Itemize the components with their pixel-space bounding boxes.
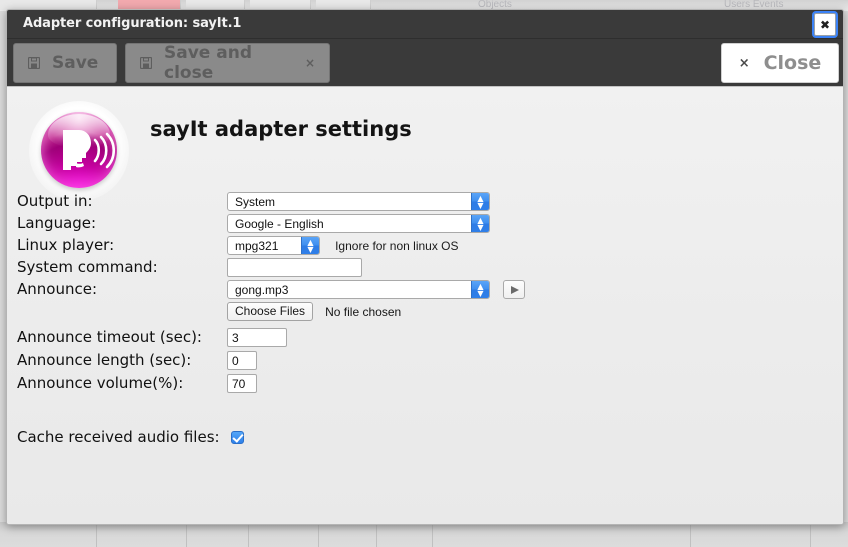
close-button[interactable]: × Close — [721, 43, 839, 83]
background-status-strip — [0, 522, 848, 547]
chevron-updown-icon: ▲ ▼ — [471, 281, 489, 298]
form-row-cache-audio: Cache received audio files: — [17, 427, 244, 446]
dialog-title: Adapter configuration: sayIt.1 — [23, 16, 242, 31]
chevron-updown-icon: ▲ ▼ — [301, 237, 319, 254]
form-row-announce: Announce: gong.mp3 ▲ ▼ — [17, 279, 817, 301]
label-language: Language: — [17, 214, 97, 232]
form-row-language: Language: Google - English ▲ ▼ — [17, 213, 817, 235]
close-icon: × — [304, 56, 315, 70]
label-announce-length: Announce length (sec): — [17, 351, 192, 369]
settings-form: Output in: System ▲ ▼ Language: Google - … — [17, 191, 817, 396]
speaking-head-icon — [63, 130, 116, 170]
floppy-save-icon — [27, 56, 41, 70]
linux-player-select[interactable]: mpg321 ▲ ▼ — [227, 236, 320, 255]
form-row-announce-length: Announce length (sec): — [17, 350, 817, 373]
form-row-linux-player: Linux player: mpg321 ▲ ▼ Ignore for non l… — [17, 235, 817, 257]
play-icon[interactable] — [503, 280, 526, 299]
label-announce: Announce: — [17, 280, 97, 298]
close-icon[interactable]: ✖ — [814, 13, 836, 36]
sayit-adapter-logo — [29, 101, 129, 201]
announce-volume-input[interactable] — [227, 374, 257, 393]
form-row-announce-volume: Announce volume(%): — [17, 373, 817, 396]
dialog-toolbar: Save Save and close × × Close — [7, 39, 843, 87]
close-icon: × — [738, 55, 750, 71]
choose-files-button[interactable]: Choose Files — [227, 302, 314, 321]
cache-audio-checkbox[interactable] — [230, 431, 244, 444]
logo-orb — [41, 112, 117, 188]
chevron-updown-icon: ▲ ▼ — [471, 215, 489, 232]
announce-timeout-input[interactable] — [227, 328, 287, 347]
adapter-configuration-dialog: Adapter configuration: sayIt.1 ✖ Save Sa… — [6, 9, 844, 525]
linux-player-value: mpg321 — [235, 239, 279, 253]
announce-length-input[interactable] — [227, 351, 257, 370]
announce-select[interactable]: gong.mp3 ▲ ▼ — [227, 280, 490, 299]
output-in-value: System — [235, 195, 276, 209]
save-and-close-button[interactable]: Save and close × — [125, 43, 330, 83]
label-system-command: System command: — [17, 258, 158, 276]
label-linux-player: Linux player: — [17, 236, 115, 254]
dialog-body: sayIt adapter settings Output in: System… — [7, 87, 843, 524]
label-announce-volume: Announce volume(%): — [17, 374, 184, 392]
form-row-file-picker: Choose Files No file chosen — [17, 301, 817, 327]
form-row-system-command: System command: — [17, 257, 817, 279]
chevron-updown-icon: ▲ ▼ — [471, 193, 489, 210]
file-chosen-status: No file chosen — [325, 304, 402, 319]
announce-value: gong.mp3 — [235, 283, 289, 297]
save-and-close-button-label: Save and close — [164, 43, 252, 83]
page-title: sayIt adapter settings — [150, 117, 412, 141]
save-button[interactable]: Save — [13, 43, 117, 83]
close-button-label: Close — [763, 52, 822, 74]
output-in-select[interactable]: System ▲ ▼ — [227, 192, 490, 211]
linux-player-hint: Ignore for non linux OS — [335, 238, 459, 253]
form-row-announce-timeout: Announce timeout (sec): — [17, 327, 817, 350]
label-announce-timeout: Announce timeout (sec): — [17, 328, 202, 346]
floppy-save-icon — [139, 56, 153, 70]
label-cache-audio: Cache received audio files: — [17, 428, 220, 446]
language-value: Google - English — [235, 217, 324, 231]
dialog-titlebar: Adapter configuration: sayIt.1 ✖ — [7, 10, 843, 39]
label-output-in: Output in: — [17, 192, 93, 210]
system-command-input[interactable] — [227, 258, 362, 277]
form-row-output-in: Output in: System ▲ ▼ — [17, 191, 817, 213]
save-button-label: Save — [52, 53, 99, 73]
language-select[interactable]: Google - English ▲ ▼ — [227, 214, 490, 233]
